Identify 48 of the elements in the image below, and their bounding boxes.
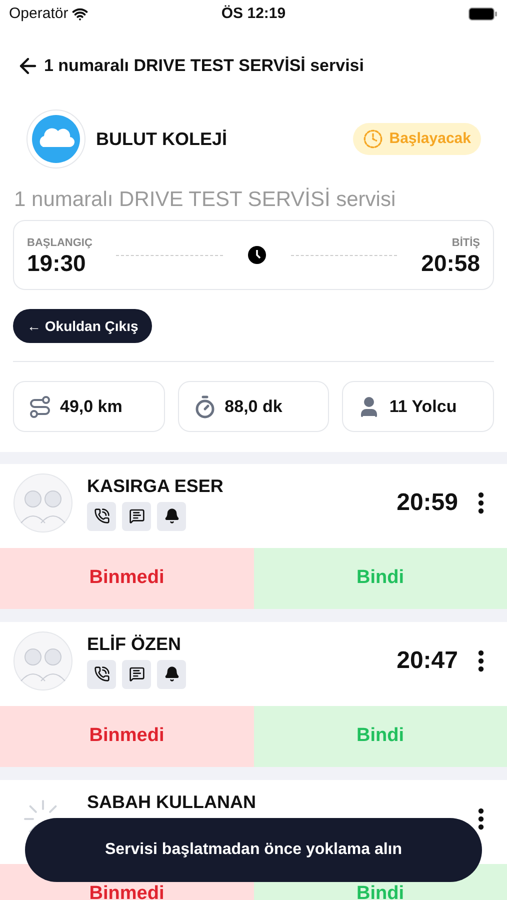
message-icon: [128, 508, 144, 524]
people-avatar-icon: [13, 631, 73, 691]
message-button[interactable]: [122, 502, 151, 530]
clock-icon: [246, 245, 267, 265]
more-icon: [478, 808, 484, 830]
start-time: 19:30: [27, 251, 87, 276]
direction-button[interactable]: ← Okuldan Çıkış: [13, 309, 152, 343]
boarded-button[interactable]: Bindi: [254, 548, 507, 609]
route-icon: [28, 394, 52, 418]
not-boarded-button[interactable]: Binmedi: [0, 548, 254, 609]
more-button[interactable]: [478, 650, 484, 672]
message-button[interactable]: [122, 660, 151, 688]
more-icon: [478, 492, 484, 514]
phone-icon: [94, 666, 110, 682]
bell-icon: [164, 508, 180, 524]
phone-icon: [94, 508, 110, 524]
school-name: BULUT KOLEJİ: [96, 128, 228, 150]
start-label: BAŞLANGIÇ: [27, 236, 92, 251]
call-button[interactable]: [87, 660, 116, 688]
more-icon: [478, 650, 484, 672]
not-boarded-button[interactable]: Binmedi: [0, 706, 254, 767]
passenger-name: KASIRGA ESER: [87, 476, 224, 496]
attendance-toast: Servisi başlatmadan önce yoklama alın: [25, 818, 482, 882]
passenger-name: SABAH KULLANAN: [87, 792, 257, 812]
notify-button[interactable]: [157, 660, 186, 688]
status-badge: Başlayacak: [353, 123, 481, 155]
carrier-label: Operatör: [9, 4, 68, 24]
message-icon: [128, 666, 144, 682]
pickup-time: 20:47: [396, 646, 458, 676]
clock-time: ÖS 12:19: [221, 4, 286, 24]
battery-icon: [468, 7, 498, 21]
more-button[interactable]: [478, 492, 484, 514]
people-avatar-icon: [13, 473, 73, 533]
boarded-button[interactable]: Bindi: [254, 706, 507, 767]
route-subtitle: 1 numaralı DRIVE TEST SERVİSİ servisi: [13, 186, 397, 213]
call-button[interactable]: [87, 502, 116, 530]
notify-button[interactable]: [157, 502, 186, 530]
page-title: 1 numaralı DRIVE TEST SERVİSİ servisi: [44, 55, 364, 78]
stat-value: 49,0 km: [60, 396, 122, 418]
wifi-icon: [72, 6, 88, 22]
pickup-time: 20:59: [396, 488, 458, 518]
stat-value: 11 Yolcu: [389, 396, 457, 418]
end-time: 20:58: [421, 251, 480, 276]
cloud-logo-icon: [26, 109, 86, 169]
passenger-name: ELİF ÖZEN: [87, 634, 182, 654]
end-label: BİTİŞ: [452, 236, 480, 251]
stat-value: 88,0 dk: [224, 396, 282, 418]
bell-icon: [164, 666, 180, 682]
